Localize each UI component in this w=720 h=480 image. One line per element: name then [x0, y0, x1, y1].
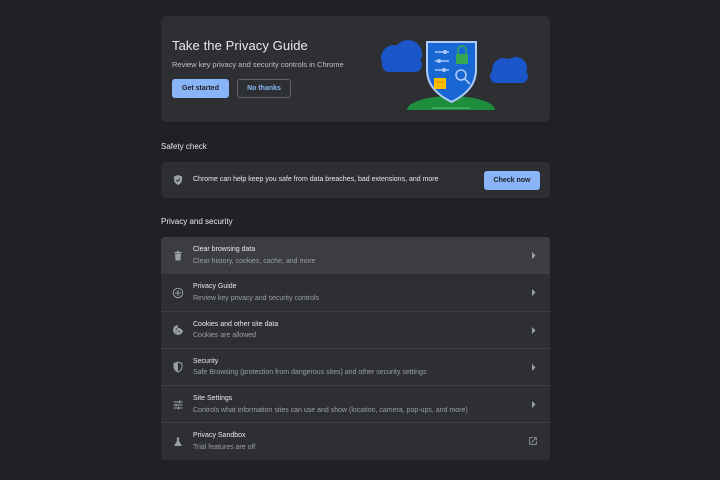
safety-check-card: Chrome can help keep you safe from data … [161, 162, 550, 198]
row-subtitle: Controls what information sites can use … [193, 406, 468, 414]
chevron-right-icon [532, 401, 536, 408]
row-title: Clear browsing data [193, 246, 256, 253]
privacy-guide-promo-card: Take the Privacy Guide Review key privac… [161, 16, 550, 122]
privacy-guide-row[interactable]: Privacy Guide Review key privacy and sec… [161, 274, 550, 312]
row-subtitle: Cookies are allowed [193, 332, 257, 339]
clear-browsing-data-row[interactable]: Clear browsing data Clear history, cooki… [161, 237, 550, 275]
row-title: Security [193, 357, 219, 365]
row-title: Privacy Guide [193, 283, 237, 291]
settings-page: Take the Privacy Guide Review key privac… [0, 0, 720, 480]
safety-check-heading: Safety check [161, 142, 207, 151]
privacy-guide-icon [172, 287, 184, 298]
row-title: Cookies and other site data [193, 320, 279, 328]
chevron-right-icon [532, 326, 536, 334]
site-settings-row[interactable]: Site Settings Controls what information … [161, 386, 550, 424]
promo-subtitle: Review key privacy and security controls… [172, 60, 344, 69]
privacy-guide-illustration [381, 40, 528, 110]
row-title: Site Settings [193, 395, 233, 402]
chevron-right-icon [532, 289, 536, 297]
chevron-right-icon [532, 252, 536, 259]
cookies-row[interactable]: Cookies and other site data Cookies are … [161, 312, 550, 349]
trash-icon [174, 250, 182, 260]
privacy-sandbox-row[interactable]: Privacy Sandbox Trial features are off [161, 423, 550, 460]
sliders-icon [173, 400, 183, 409]
row-subtitle: Review key privacy and security controls [193, 294, 320, 302]
no-thanks-button[interactable]: No thanks [237, 79, 291, 98]
privacy-security-heading: Privacy and security [161, 217, 233, 226]
row-title: Privacy Sandbox [193, 432, 246, 440]
shield-icon [173, 361, 183, 373]
row-subtitle: Clear history, cookies, cache, and more [193, 257, 316, 265]
privacy-security-list: Clear browsing data Clear history, cooki… [161, 237, 550, 460]
external-link-icon[interactable] [528, 436, 538, 446]
promo-title: Take the Privacy Guide [172, 38, 308, 53]
security-row[interactable]: Security Safe Browsing (protection from … [161, 349, 550, 386]
row-subtitle: Trial features are off [193, 443, 256, 451]
flask-icon [174, 437, 182, 446]
check-now-button[interactable]: Check now [484, 170, 540, 190]
safety-check-text: Chrome can help keep you safe from data … [193, 175, 439, 183]
shield-check-icon [174, 175, 182, 185]
row-subtitle: Safe Browsing (protection from dangerous… [193, 369, 427, 377]
cookie-icon [173, 325, 183, 335]
get-started-button[interactable]: Get started [172, 79, 229, 98]
chevron-right-icon [532, 363, 536, 371]
